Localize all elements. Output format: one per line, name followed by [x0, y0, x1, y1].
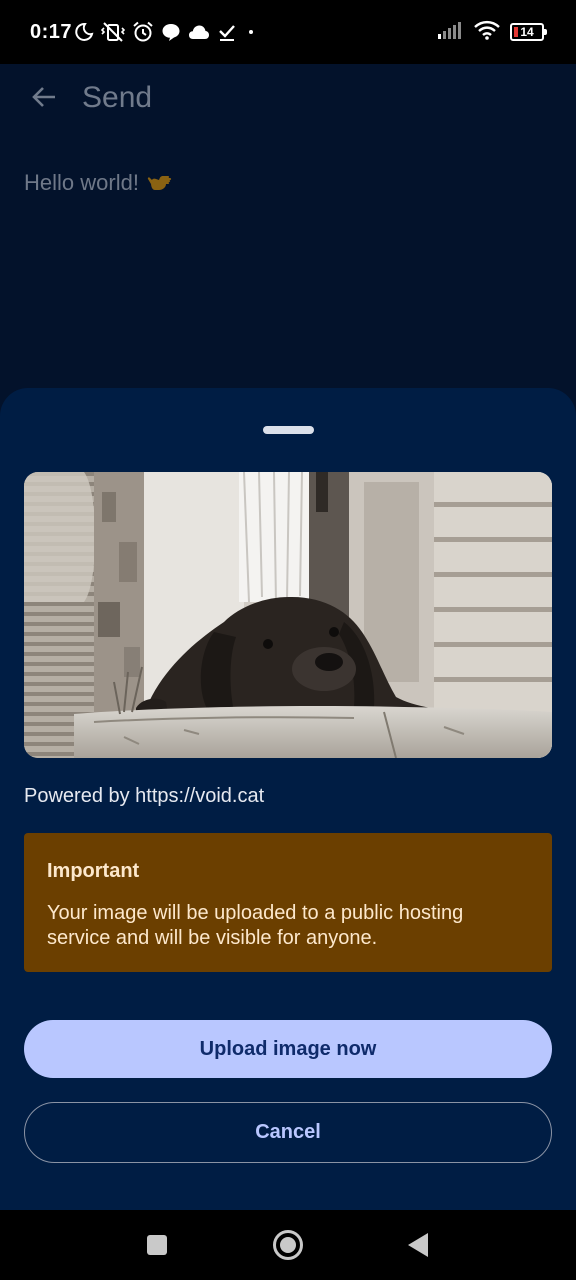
message-preview: Hello world!	[24, 170, 175, 196]
status-bar: 0:17 14	[0, 0, 576, 64]
important-notice: Important Your image will be uploaded to…	[24, 833, 552, 972]
upload-image-button[interactable]: Upload image now	[24, 1020, 552, 1078]
check-icon	[217, 22, 237, 42]
battery-icon: 14	[510, 23, 547, 41]
app-bar: Send	[0, 64, 576, 130]
status-time: 0:17	[30, 21, 73, 43]
dog-photo	[24, 472, 552, 758]
wifi-icon	[474, 20, 500, 45]
arrow-left-icon[interactable]	[28, 80, 62, 114]
dot-icon	[244, 27, 258, 37]
battery-level: 14	[520, 25, 534, 39]
home-circle-icon[interactable]	[272, 1229, 304, 1261]
alarm-icon	[132, 21, 154, 43]
do-not-disturb-moon-icon	[74, 22, 94, 42]
cloud-icon	[188, 24, 210, 40]
chat-bubble-icon	[161, 22, 181, 42]
page-title: Send	[82, 81, 153, 114]
recents-square-icon[interactable]	[146, 1234, 168, 1256]
call-me-hand-icon	[147, 170, 175, 196]
sheet-drag-handle[interactable]	[263, 426, 314, 434]
vibrate-off-icon	[101, 21, 125, 43]
system-navigation-bar	[0, 1210, 576, 1280]
notice-title: Important	[47, 860, 140, 882]
message-text: Hello world!	[24, 170, 139, 195]
back-triangle-icon[interactable]	[406, 1232, 430, 1258]
cancel-button[interactable]: Cancel	[24, 1102, 552, 1163]
upload-bottom-sheet: Powered by https://void.cat Important Yo…	[0, 388, 576, 1210]
powered-by-text: Powered by https://void.cat	[24, 785, 265, 807]
signal-icon	[438, 21, 464, 44]
status-notification-icons	[74, 20, 258, 44]
image-preview	[24, 472, 552, 758]
status-system-icons: 14	[438, 20, 547, 45]
notice-body: Your image will be uploaded to a public …	[47, 902, 464, 949]
